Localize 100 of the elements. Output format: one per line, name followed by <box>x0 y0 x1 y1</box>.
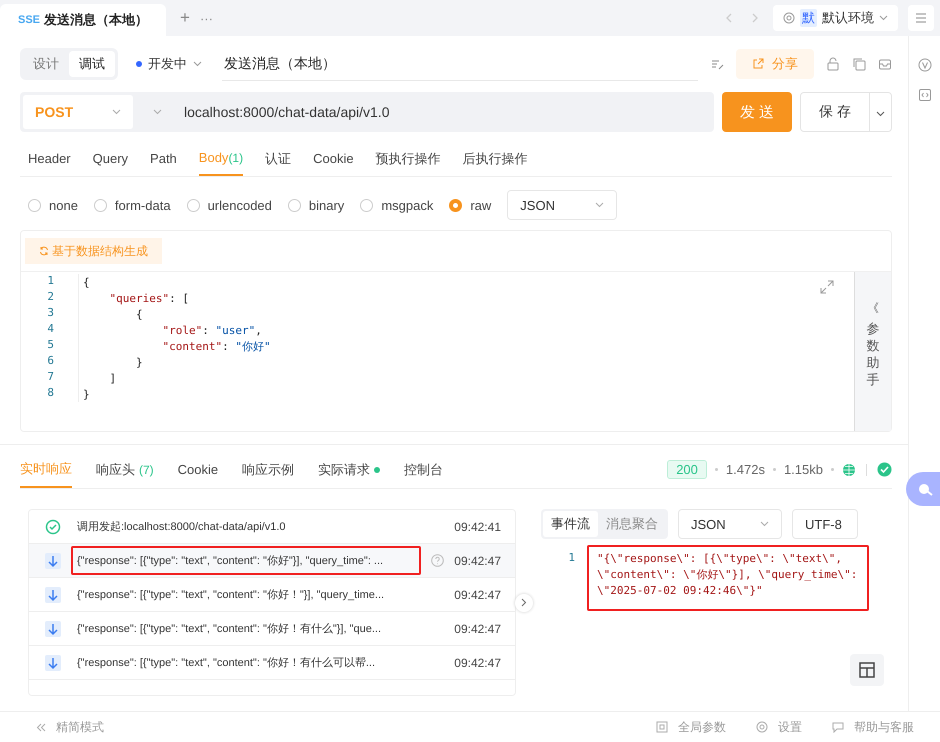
caret-icon <box>876 110 885 116</box>
caret-icon <box>760 521 769 527</box>
layout-icon <box>859 662 875 678</box>
event-text: {"response": [{"type": "text", "content": "你好！"}], "query_time... <box>76 588 386 603</box>
format-select[interactable]: JSON <box>507 190 618 220</box>
chat-icon <box>832 721 844 733</box>
param-tab[interactable]: Cookie <box>313 141 354 176</box>
encoding-select[interactable]: UTF-8 <box>792 509 858 539</box>
collapse-icon: 《 <box>867 300 879 317</box>
line-number: 6 <box>21 354 79 370</box>
forward-icon[interactable] <box>751 13 759 23</box>
expand-icon[interactable] <box>820 280 834 294</box>
body-type-radio[interactable]: msgpack <box>360 198 434 212</box>
event-row[interactable]: {"response": [{"type": "text", "content": "你好"}], "query_time": ... 09:42:47 <box>29 544 515 578</box>
response-tab[interactable]: 响应示例 <box>242 451 294 488</box>
caret-icon <box>879 15 888 21</box>
success-icon <box>877 462 892 477</box>
help-icon[interactable] <box>431 554 444 567</box>
globe-icon[interactable] <box>842 462 856 476</box>
param-tab[interactable]: 认证 <box>265 141 292 176</box>
event-row[interactable]: {"response": [{"type": "text", "content": "你好！有什么可以帮... 09:42:47 <box>29 646 515 680</box>
event-text: 调用发起:localhost:8000/chat-data/api/v1.0 <box>76 520 287 535</box>
status-code-badge: 200 <box>667 460 707 479</box>
event-row[interactable]: {"response": [{"type": "text", "content": "你好！"}], "query_time... 09:42:47 <box>29 578 515 612</box>
caret-icon <box>112 109 121 115</box>
body-type-radio[interactable]: form-data <box>94 198 171 212</box>
param-tab[interactable]: Query <box>92 141 128 176</box>
line-number: 1 <box>567 550 576 566</box>
chevron-right-icon <box>521 598 527 607</box>
mode-tab[interactable]: 调试 <box>69 51 115 77</box>
body-type-radio[interactable]: binary <box>288 198 344 212</box>
line-number: 2 <box>21 290 79 306</box>
environment-select[interactable]: 默 默认环境 <box>773 5 898 31</box>
document-tab[interactable]: SSE 发送消息（本地） <box>0 4 166 36</box>
code-line: "queries": [ <box>108 292 189 304</box>
param-tab[interactable]: Path <box>150 141 177 176</box>
status-select[interactable]: 开发中 <box>136 55 202 73</box>
line-number: 7 <box>21 370 79 386</box>
event-text: {"response": [{"type": "text", "content": "你好！有什么"}], "que... <box>76 622 382 637</box>
line-number: 3 <box>21 306 79 322</box>
menu-icon <box>915 13 927 23</box>
response-tab[interactable]: 实际请求 <box>318 451 380 488</box>
event-text: {"response": [{"type": "text", "content": "你好"}], "query_time": ... <box>71 546 422 575</box>
copy-icon[interactable] <box>852 57 866 71</box>
lock-icon[interactable] <box>826 57 840 71</box>
down-arrow-icon <box>45 586 61 602</box>
version-icon[interactable] <box>918 58 932 72</box>
collapse-button[interactable] <box>515 594 533 612</box>
share-icon <box>752 58 764 70</box>
param-tab[interactable]: Header <box>28 141 71 176</box>
event-row[interactable]: {"response": [{"type": "text", "content": "你好！有什么"}], "que... 09:42:47 <box>29 612 515 646</box>
settings-icon <box>756 721 768 733</box>
body-type-radio[interactable]: none <box>28 198 78 212</box>
response-size: 1.15kb <box>784 462 823 477</box>
body-type-radio[interactable]: raw <box>449 198 492 212</box>
code-line: "role": "user", <box>161 324 262 336</box>
event-time: 09:42:47 <box>454 656 501 670</box>
helper-label: 参数助手 <box>866 321 880 389</box>
code-icon[interactable] <box>918 88 932 102</box>
parameter-helper-panel[interactable]: 《 参数助手 <box>855 272 891 431</box>
param-tab[interactable]: 预执行操作 <box>376 141 441 176</box>
response-tab[interactable]: 响应头 (7) <box>96 451 154 488</box>
format-select[interactable]: JSON <box>678 509 782 539</box>
line-number: 4 <box>21 322 79 338</box>
code-line: { <box>82 276 90 288</box>
event-text: {"response": [{"type": "text", "content": "你好！有什么可以帮... <box>76 656 376 671</box>
code-line: { <box>134 308 143 320</box>
event-time: 09:42:47 <box>454 622 501 636</box>
square-icon <box>656 721 668 733</box>
down-arrow-icon <box>45 654 61 670</box>
response-tab[interactable]: Cookie <box>178 451 218 488</box>
event-time: 09:42:47 <box>454 554 501 568</box>
assistant-button[interactable] <box>906 472 940 506</box>
caret-icon[interactable] <box>153 109 162 115</box>
refresh-icon <box>39 246 49 256</box>
layout-button[interactable] <box>850 654 884 686</box>
code-line: } <box>82 388 90 400</box>
response-tab[interactable]: 控制台 <box>404 451 444 488</box>
settings-icon <box>783 12 795 24</box>
down-arrow-icon <box>45 552 61 568</box>
response-time: 1.472s <box>726 462 765 477</box>
code-line: "content": "你好" <box>161 338 271 354</box>
archive-icon[interactable] <box>878 57 892 71</box>
event-time: 09:42:47 <box>454 588 501 602</box>
line-number: 8 <box>21 386 79 402</box>
body-type-radio[interactable]: urlencoded <box>186 198 272 212</box>
code-line: ] <box>108 372 116 384</box>
view-mode-tab[interactable]: 事件流 <box>543 511 598 537</box>
down-arrow-icon <box>45 620 61 636</box>
mode-tab[interactable]: 设计 <box>23 51 69 77</box>
response-code: "{\"response\": [{\"type\": \"text\", \"content\": \"你好\"}], \"query_time\": \"2025-07-02 09:42:46\"}" <box>587 545 869 611</box>
menu-button[interactable] <box>908 5 934 31</box>
url-field[interactable]: POST localhost:8000/chat-data/api/v1.0 <box>20 92 714 132</box>
double-chevron-icon <box>36 722 46 732</box>
caret-icon <box>595 202 604 208</box>
caret-icon <box>193 61 202 67</box>
line-number: 5 <box>21 338 79 354</box>
line-number: 1 <box>21 274 79 290</box>
param-tab[interactable]: 后执行操作 <box>462 141 528 176</box>
back-icon[interactable] <box>725 13 733 23</box>
